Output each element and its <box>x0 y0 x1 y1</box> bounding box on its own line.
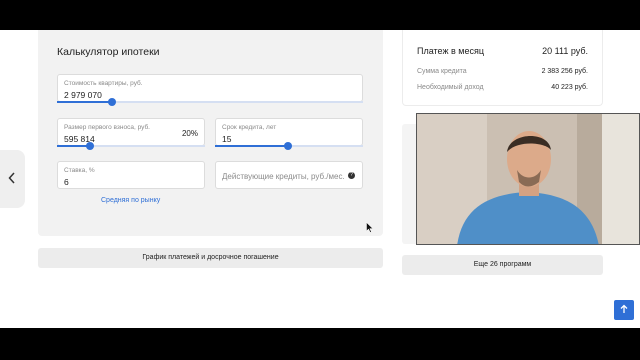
existing-credits-placeholder: Действующие кредиты, руб./мес. <box>222 172 345 181</box>
arrow-up-icon <box>620 304 628 315</box>
video-frame: Калькулятор ипотеки Стоимость квартиры, … <box>0 0 640 360</box>
down-payment-field[interactable]: Размер первого взноса, руб. 595 814 20% <box>57 118 205 146</box>
rate-label: Ставка, % <box>64 167 95 174</box>
presenter-video <box>417 114 639 244</box>
question-icon[interactable]: ? <box>348 172 355 179</box>
payment-schedule-button[interactable]: График платежей и досрочное погашение <box>38 248 383 268</box>
webcam-overlay <box>416 113 640 245</box>
property-cost-label: Стоимость квартиры, руб. <box>64 80 143 87</box>
loan-amount-label: Сумма кредита <box>417 68 467 75</box>
market-rate-link[interactable]: Средняя по рынку <box>101 197 160 204</box>
down-payment-percent: 20% <box>181 129 198 138</box>
required-income-label: Необходимый доход <box>417 84 484 91</box>
loan-amount-value: 2 383 256 руб. <box>541 68 588 75</box>
term-slider-knob[interactable] <box>284 142 292 150</box>
mortgage-calculator: Калькулятор ипотеки Стоимость квартиры, … <box>38 30 383 236</box>
property-cost-slider-fill <box>57 101 112 103</box>
term-slider-fill <box>215 145 288 147</box>
mouse-cursor <box>366 222 374 233</box>
rate-value: 6 <box>64 177 69 187</box>
payment-summary: Платеж в месяц 20 111 руб. Сумма кредита… <box>402 30 603 106</box>
existing-credits-field[interactable]: Действующие кредиты, руб./мес. ? <box>215 161 363 189</box>
down-payment-slider-knob[interactable] <box>86 142 94 150</box>
rate-field[interactable]: Ставка, % 6 <box>57 161 205 189</box>
down-payment-label: Размер первого взноса, руб. <box>64 124 150 131</box>
property-cost-slider-knob[interactable] <box>108 98 116 106</box>
property-cost-field[interactable]: Стоимость квартиры, руб. 2 979 070 <box>57 74 363 102</box>
previous-button[interactable] <box>0 150 25 208</box>
property-cost-value: 2 979 070 <box>64 90 102 100</box>
scroll-up-button[interactable] <box>614 300 634 320</box>
monthly-payment-value: 20 111 руб. <box>542 46 588 56</box>
calculator-title: Калькулятор ипотеки <box>57 46 160 58</box>
chevron-left-icon <box>8 172 16 186</box>
more-programs-button[interactable]: Еще 26 программ <box>402 255 603 275</box>
required-income-value: 40 223 руб. <box>551 84 588 91</box>
term-label: Срок кредита, лет <box>222 124 277 131</box>
monthly-payment-label: Платеж в месяц <box>417 46 484 56</box>
term-value: 15 <box>222 134 232 144</box>
